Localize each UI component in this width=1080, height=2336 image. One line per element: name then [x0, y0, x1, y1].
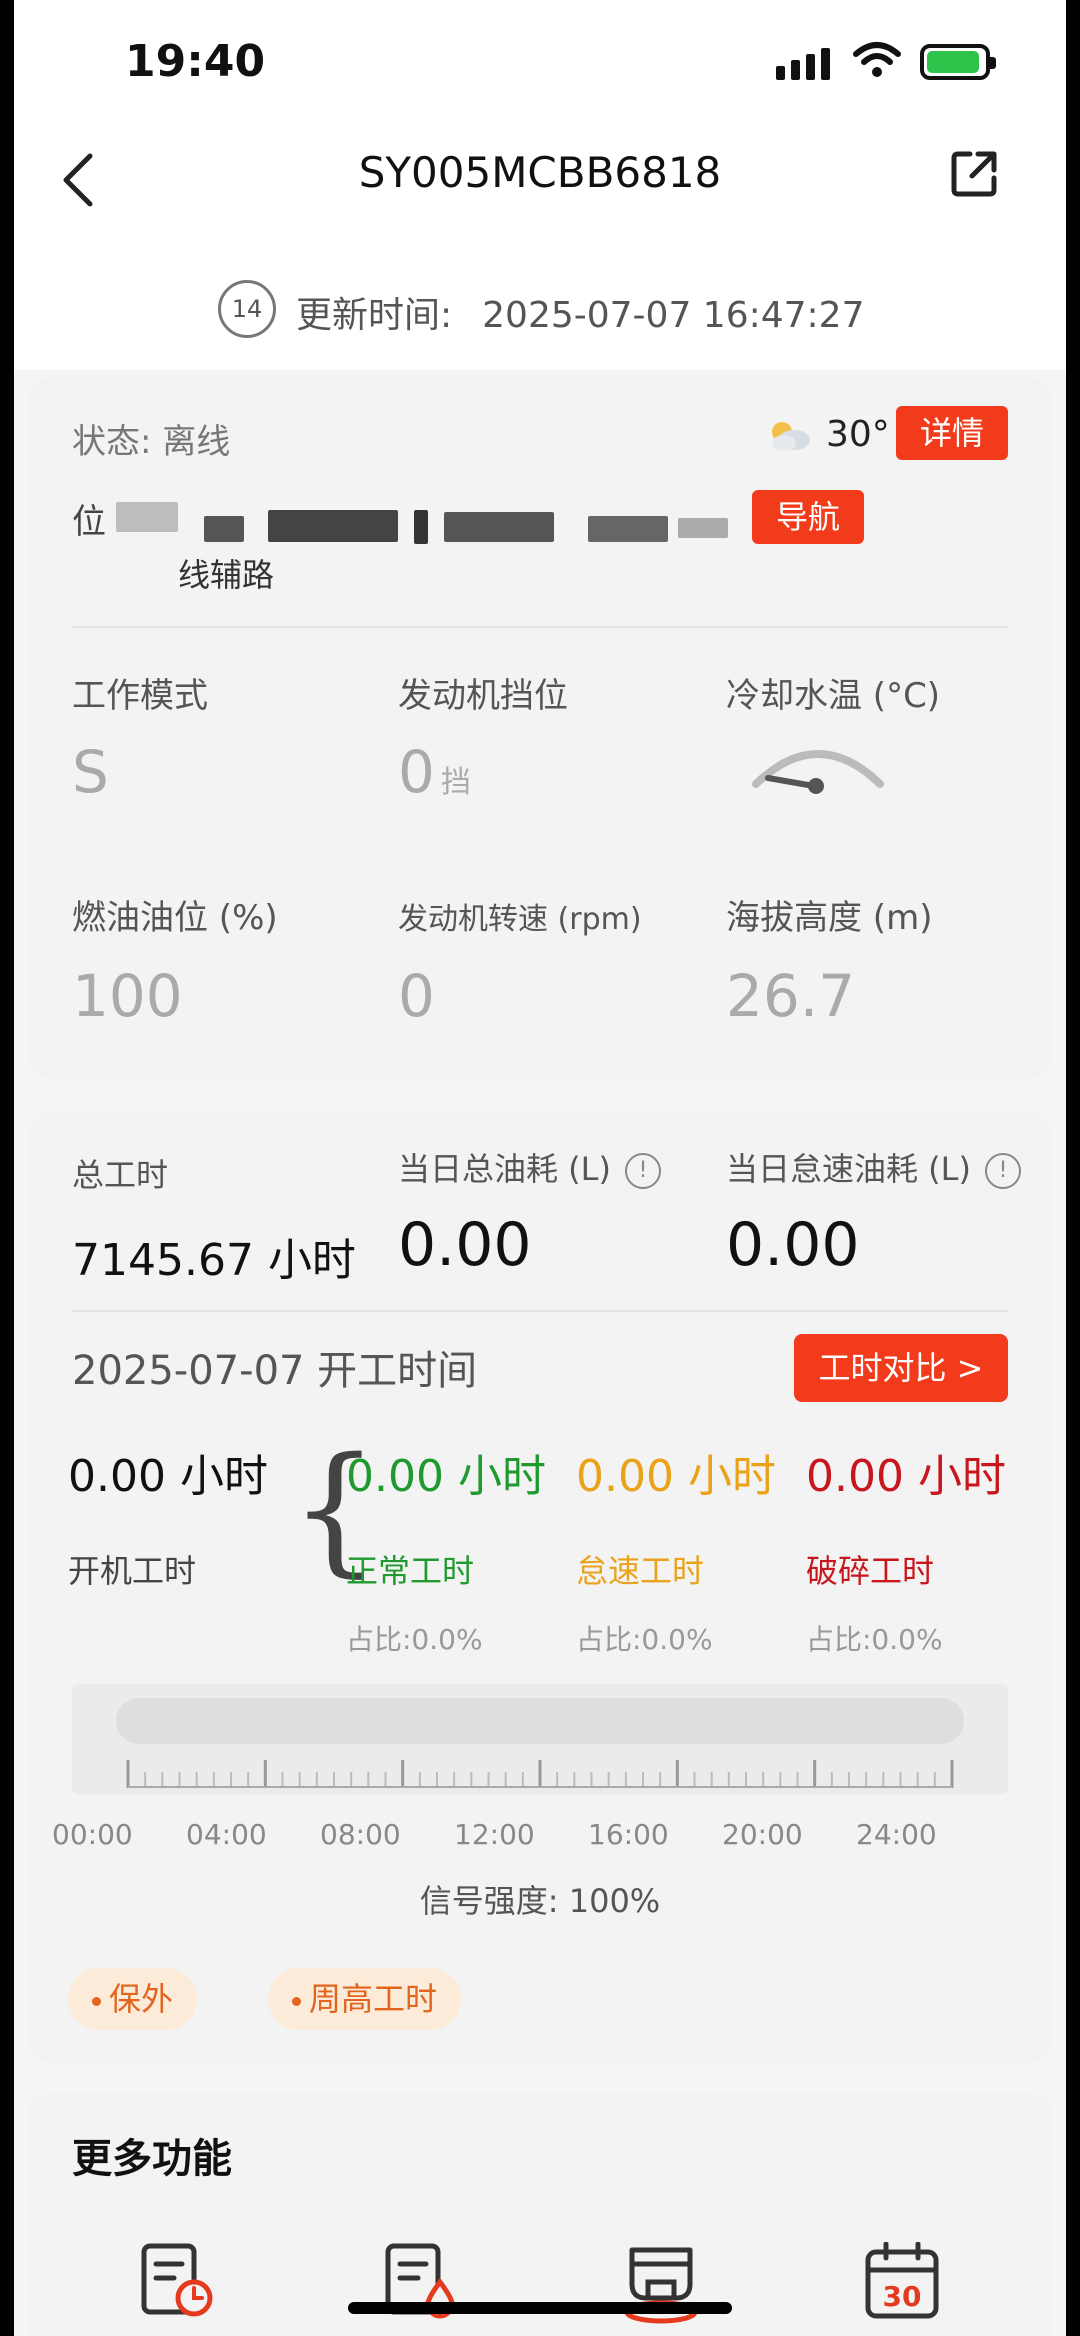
metric-value-work-mode: S — [72, 738, 109, 806]
timeline-label: 16:00 — [588, 1818, 669, 1851]
location-redacted — [678, 518, 728, 538]
page-title: SY005MCBB6818 — [358, 148, 722, 197]
engine-gear-value: 0 — [398, 738, 435, 806]
location-line2: 线辅路 — [178, 556, 275, 594]
calendar-icon[interactable]: 30 — [864, 2242, 940, 2322]
divider — [72, 626, 1008, 628]
metric-label-fuel-level: 燃油油位 (%) — [72, 898, 278, 938]
info-icon[interactable]: ! — [624, 1153, 661, 1189]
hours-compare-button[interactable]: 工时对比 > — [794, 1334, 1008, 1402]
work-hours-card: 总工时 当日总油耗 (L)! 当日怠速油耗 (L)! 7145.67 小时 0.… — [28, 1110, 1052, 2062]
idle-hours-value: 0.00 小时 — [576, 1451, 776, 1502]
metric-value-engine-gear: 0挡 — [398, 738, 471, 806]
timeline-label: 12:00 — [454, 1818, 535, 1851]
idle-fuel-label: 当日怠速油耗 (L)! — [726, 1144, 1021, 1190]
timeline-label: 04:00 — [186, 1818, 267, 1851]
status-label: 状态: 离线 — [72, 422, 231, 462]
update-time-value: 2025-07-07 16:47:27 — [482, 295, 865, 336]
metric-label-work-mode: 工作模式 — [72, 676, 208, 716]
cellular-signal-icon — [776, 48, 830, 80]
more-functions-title: 更多功能 — [72, 2136, 232, 2182]
overview-card: 状态: 离线 30° 详情 位 线辅路 导航 工作模式 发动机挡位 冷却水温 (… — [28, 378, 1052, 1078]
device-bezel — [0, 0, 14, 2336]
metric-value-altitude: 26.7 — [726, 962, 856, 1030]
more-functions-card: 更多功能 30 — [28, 2092, 1052, 2336]
idle-fuel-value: 0.00 — [726, 1210, 860, 1280]
daily-fuel-value: 0.00 — [398, 1210, 532, 1280]
location-redacted — [116, 502, 178, 532]
idle-fuel-label-text: 当日怠速油耗 (L) — [726, 1150, 971, 1188]
weather-cloudy-icon — [772, 421, 810, 451]
header: SY005MCBB6818 — [0, 120, 1080, 250]
timeline-label: 08:00 — [320, 1818, 401, 1851]
metric-label-engine-gear: 发动机挡位 — [398, 676, 568, 716]
idle-hours-label: 怠速工时 — [576, 1552, 705, 1590]
daily-fuel-label: 当日总油耗 (L)! — [398, 1144, 661, 1190]
timeline-label: 24:00 — [856, 1818, 937, 1851]
share-icon[interactable] — [948, 148, 1000, 200]
metric-label-altitude: 海拔高度 (m) — [726, 898, 933, 938]
coolant-gauge-icon — [752, 750, 884, 794]
divider — [72, 1310, 1008, 1312]
location-redacted — [588, 516, 668, 542]
daily-fuel-label-text: 当日总油耗 (L) — [398, 1150, 611, 1188]
navigate-button[interactable]: 导航 — [752, 490, 864, 544]
total-hours-label: 总工时 — [72, 1156, 169, 1194]
metric-value-engine-rpm: 0 — [398, 962, 435, 1030]
engine-gear-unit: 挡 — [440, 765, 471, 800]
refresh-countdown[interactable]: 14 — [218, 280, 276, 338]
details-button[interactable]: 详情 — [896, 406, 1008, 460]
update-time-label: 更新时间: — [296, 295, 453, 336]
normal-hours-value: 0.00 小时 — [346, 1451, 546, 1502]
metric-value-fuel-level: 100 — [72, 962, 183, 1030]
weather-temp: 30° — [826, 414, 890, 455]
weather: 30° — [766, 414, 890, 455]
location-redacted — [204, 516, 244, 542]
info-icon[interactable]: ! — [984, 1153, 1021, 1189]
idle-hours-pct: 占比:0.0% — [576, 1623, 713, 1656]
runtime-value: 0.00 小时 — [68, 1451, 268, 1502]
breaking-hours-pct: 占比:0.0% — [806, 1623, 943, 1656]
normal-hours-label: 正常工时 — [346, 1552, 475, 1590]
timeline-bar — [116, 1698, 964, 1744]
weekly-high-hours-chip[interactable]: 周高工时 — [268, 1968, 462, 2030]
warranty-chip[interactable]: 保外 — [68, 1968, 198, 2030]
timeline-label: 00:00 — [52, 1818, 133, 1851]
device-bezel — [1066, 0, 1080, 2336]
location-label: 位 — [72, 502, 106, 542]
signal-strength: 信号强度: 100% — [419, 1882, 661, 1920]
update-time: 更新时间: 2025-07-07 16:47:27 — [296, 286, 864, 338]
status-time: 19:40 — [125, 36, 266, 87]
timeline-ticks — [126, 1760, 954, 1788]
location-redacted — [444, 512, 554, 542]
work-report-clock-icon[interactable] — [138, 2242, 218, 2322]
screen: 19:40 SY005MCBB6818 14 更新时间: 2025-07-07 1… — [0, 0, 1080, 2336]
metric-label-engine-rpm: 发动机转速 (rpm) — [398, 902, 642, 937]
runtime-label: 开机工时 — [68, 1552, 197, 1590]
weekly-high-hours-chip-label: 周高工时 — [309, 1980, 438, 2018]
location-redacted — [414, 510, 428, 544]
timeline-label: 20:00 — [722, 1818, 803, 1851]
work-date-title: 2025-07-07 开工时间 — [72, 1348, 478, 1394]
calendar-icon-day: 30 — [883, 2280, 922, 2313]
normal-hours-pct: 占比:0.0% — [346, 1623, 483, 1656]
excavator-bucket-icon[interactable] — [618, 2242, 704, 2328]
total-hours-value: 7145.67 小时 — [72, 1235, 356, 1286]
home-indicator[interactable] — [348, 2302, 732, 2314]
location-redacted — [268, 510, 398, 542]
timeline — [72, 1684, 1008, 1794]
breaking-hours-label: 破碎工时 — [806, 1552, 935, 1590]
battery-icon — [920, 44, 996, 80]
wifi-icon — [853, 42, 901, 77]
warranty-chip-label: 保外 — [109, 1980, 174, 2018]
status-bar: 19:40 — [0, 0, 1080, 120]
metric-label-coolant-temp: 冷却水温 (°C) — [726, 676, 941, 716]
breaking-hours-value: 0.00 小时 — [806, 1451, 1006, 1502]
update-row: 14 更新时间: 2025-07-07 16:47:27 — [0, 250, 1080, 370]
